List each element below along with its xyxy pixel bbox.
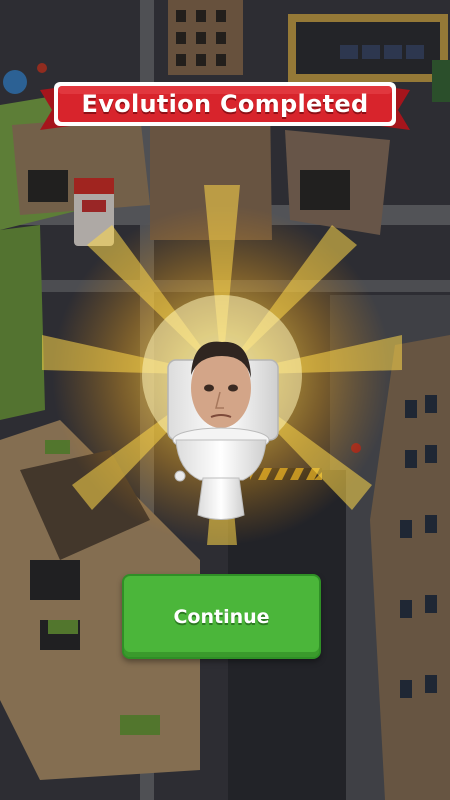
banner-title: Evolution Completed (81, 90, 369, 118)
evolution-banner: Evolution Completed (48, 82, 402, 126)
continue-button-label: Continue (173, 605, 270, 628)
continue-button[interactable]: Continue (122, 574, 321, 659)
